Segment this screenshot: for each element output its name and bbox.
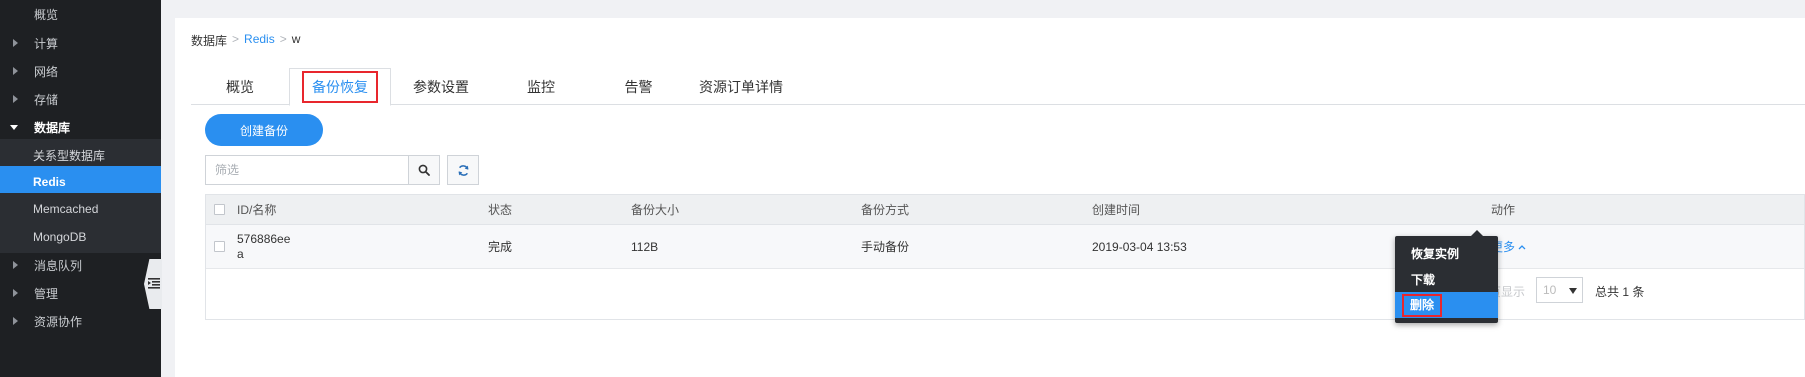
tab-label: 参数设置 [413,78,469,95]
tab-label: 概览 [226,78,254,95]
sidebar-item-label: 计算 [34,36,59,51]
row-size: 112B [631,239,659,254]
sidebar-item-label: 关系型数据库 [33,148,106,163]
menu-item-delete[interactable]: 删除 [1395,292,1498,318]
menu-item-download[interactable]: 下载 [1395,266,1498,292]
refresh-icon [458,164,468,176]
filter-input[interactable] [205,155,408,185]
tab-bar: 概览 备份恢复 参数设置 监控 告警 资源订单详情 [191,68,1805,106]
backup-table: ID/名称 状态 备份大小 备份方式 创建时间 动作 576886ee a 完成… [205,194,1805,320]
tab-resource-orders[interactable]: 资源订单详情 [686,68,796,105]
menu-item-label: 删除 [1402,293,1443,317]
tab-parameters[interactable]: 参数设置 [391,68,491,105]
tab-monitoring[interactable]: 监控 [491,68,591,105]
per-page-value: 10 [1543,283,1557,297]
sidebar: 概览 计算 网络 存储 数据库 关系型数据库 Redis Memcached M… [0,0,161,377]
caret-right-icon [13,317,18,325]
sidebar-item-label: MongoDB [33,230,87,244]
tab-backup-restore[interactable]: 备份恢复 [289,68,391,106]
caret-right-icon [13,261,18,269]
column-header-status[interactable]: 状态 [488,195,512,224]
tab-label: 资源订单详情 [699,78,783,95]
total-count: 总共 1 条 [1595,285,1645,299]
row-select-cell [214,225,225,268]
sidebar-item-label: Memcached [33,202,99,216]
column-header-action: 动作 [1491,203,1516,217]
sidebar-item-label: 管理 [34,286,59,301]
sidebar-item-resource-collab[interactable]: 资源协作 [0,305,161,337]
breadcrumb-separator: > [279,32,287,46]
row-checkbox[interactable] [214,241,225,252]
search-icon [418,164,430,176]
tab-overview[interactable]: 概览 [191,68,289,105]
menu-item-label: 下载 [1411,272,1436,287]
sidebar-item-overview[interactable]: 概览 [0,0,161,30]
column-header-id[interactable]: ID/名称 [237,195,276,224]
breadcrumb: 数据库 > Redis > w [191,32,300,49]
row-created: 2019-03-04 13:53 [1092,239,1187,254]
sidebar-item-label: Redis [33,175,66,189]
refresh-button[interactable] [447,155,479,185]
table-row: 576886ee a 完成 112B 手动备份 2019-03-04 13:53… [206,225,1804,269]
caret-right-icon [13,289,18,297]
caret-right-icon [13,67,18,75]
sidebar-item-label: 概览 [34,7,59,22]
caret-right-icon [13,39,18,47]
sidebar-item-label: 存储 [34,92,59,107]
tab-label: 告警 [624,78,653,95]
breadcrumb-redis[interactable]: Redis [244,32,275,49]
sidebar-item-label: 资源协作 [34,314,83,329]
menu-item-label: 恢复实例 [1411,246,1460,261]
backup-id-link[interactable]: 576886ee a [237,232,290,262]
breadcrumb-current: w [291,32,301,46]
breadcrumb-root[interactable]: 数据库 [191,32,227,49]
sidebar-item-label: 消息队列 [34,258,83,273]
chevron-up-icon [1518,244,1526,249]
menu-item-restore-instance[interactable]: 恢复实例 [1395,240,1498,266]
select-arrow-icon [1569,288,1577,294]
column-header-method[interactable]: 备份方式 [861,195,909,224]
table-header: ID/名称 状态 备份大小 备份方式 创建时间 动作 [206,195,1804,225]
column-header-size[interactable]: 备份大小 [631,195,679,224]
sidebar-item-label: 数据库 [34,120,71,135]
caret-right-icon [13,95,18,103]
row-id-cell: 576886ee a [237,225,290,268]
main-content: 数据库 > Redis > w 概览 备份恢复 参数设置 监控 告警 资源订单详… [175,18,1805,377]
caret-down-icon [10,125,18,130]
row-method: 手动备份 [861,240,910,254]
create-backup-button[interactable]: 创建备份 [205,114,323,146]
tab-label: 备份恢复 [302,71,378,103]
tab-alerts[interactable]: 告警 [591,68,686,105]
row-status: 完成 [488,240,513,254]
breadcrumb-separator: > [232,32,240,46]
per-page-select[interactable]: 10 [1536,277,1583,303]
tab-label: 监控 [527,78,555,95]
column-header-created[interactable]: 创建时间 [1092,195,1140,224]
search-button[interactable] [408,155,440,185]
collapse-menu-icon [148,278,160,289]
sidebar-item-label: 网络 [34,64,59,79]
select-all-checkbox[interactable] [214,204,225,215]
select-all-cell [214,195,225,224]
action-dropdown-menu: 恢复实例 下载 删除 [1395,230,1498,323]
